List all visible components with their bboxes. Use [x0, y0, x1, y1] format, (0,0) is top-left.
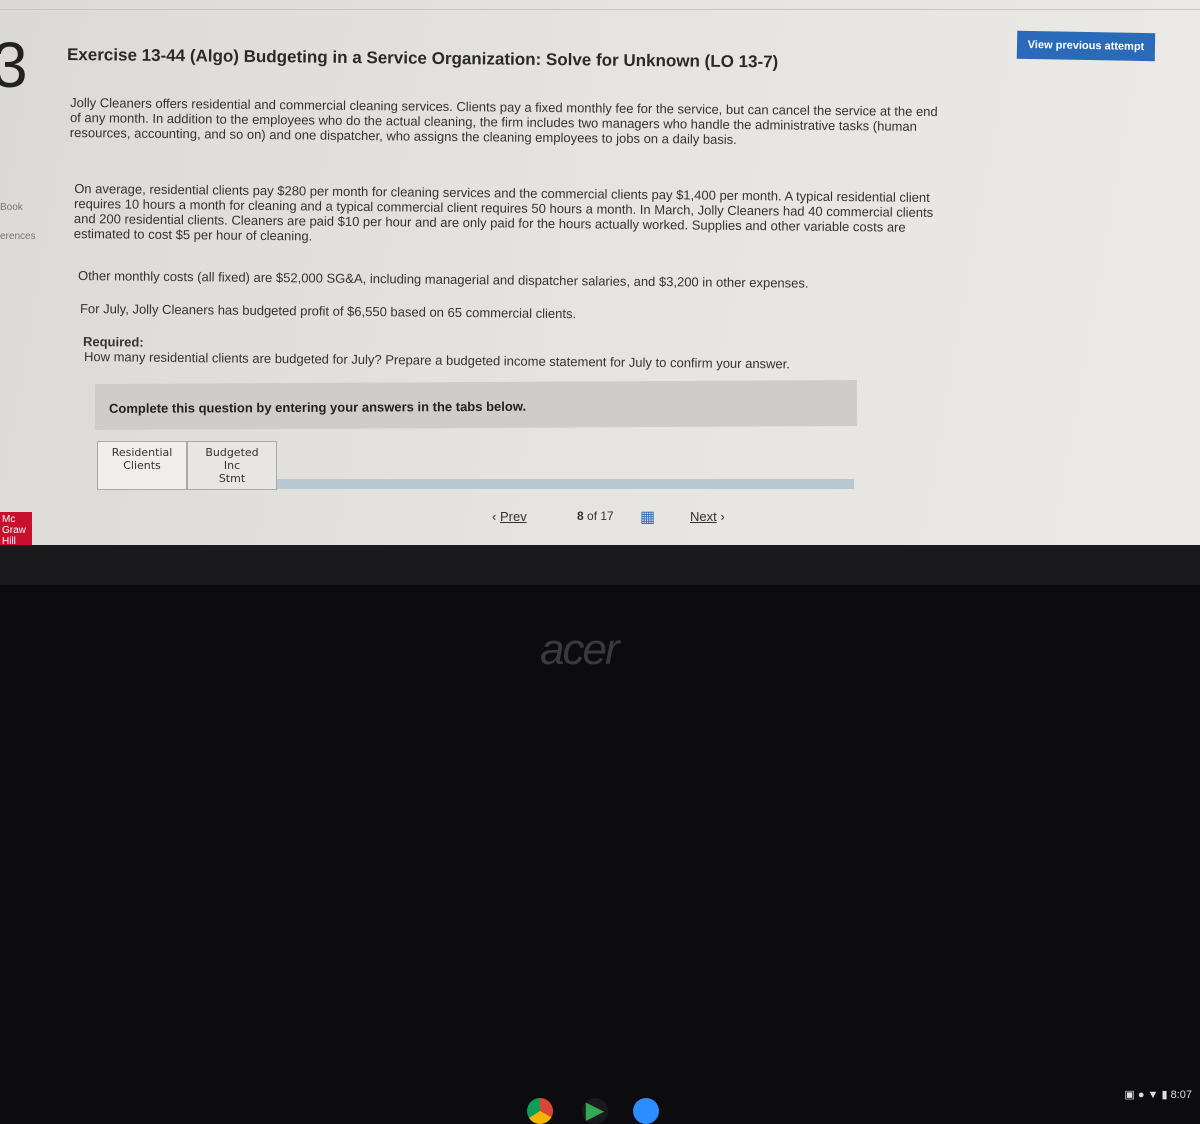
exercise-title: Exercise 13-44 (Algo) Budgeting in a Ser… — [66, 45, 779, 72]
chrome-icon[interactable] — [527, 1098, 553, 1124]
page-current: 8 — [577, 509, 584, 523]
grid-icon[interactable]: ▦ — [640, 507, 655, 527]
tab-budgeted-inc-stmt[interactable]: Budgeted Inc Stmt — [187, 441, 277, 490]
browser-screen: 3 Book erences Exercise 13-44 (Algo) Bud… — [0, 0, 1200, 545]
prev-button[interactable]: ‹ Prev — [492, 509, 527, 524]
instruction-box: Complete this question by entering your … — [94, 380, 858, 430]
tab-label: Clients — [123, 459, 161, 472]
page-total: of 17 — [587, 509, 614, 523]
references-link[interactable]: erences — [0, 231, 36, 242]
tab-label: Budgeted Inc — [205, 446, 259, 472]
tab-label: Stmt — [218, 472, 246, 485]
status-area[interactable]: ▣ ● ▼ ▮ 8:07 — [1124, 1088, 1192, 1101]
top-bar — [0, 0, 1200, 10]
paragraph-july: For July, Jolly Cleaners has budgeted pr… — [79, 301, 577, 322]
chevron-right-icon: › — [720, 509, 725, 524]
clock: 8:07 — [1170, 1089, 1192, 1101]
tab-label: Residential — [111, 446, 173, 459]
next-label: Next — [690, 509, 717, 524]
view-previous-attempt-button[interactable]: View previous attempt — [1016, 30, 1156, 62]
tab-residential-clients[interactable]: Residential Clients — [97, 441, 187, 490]
play-store-icon[interactable]: ▶ — [582, 1098, 608, 1124]
paragraph-fixed-costs: Other monthly costs (all fixed) are $52,… — [77, 268, 809, 291]
acer-logo: acer — [540, 625, 620, 674]
page-indicator: 8 of 17 — [577, 509, 614, 523]
next-button[interactable]: Next › — [690, 509, 725, 524]
taskbar: ▶ ▣ ● ▼ ▮ 8:07 — [0, 545, 1200, 1124]
zoom-icon[interactable] — [633, 1098, 659, 1124]
question-number: 3 — [0, 29, 28, 101]
answer-tabs: Residential Clients Budgeted Inc Stmt — [97, 441, 277, 490]
chevron-left-icon: ‹ — [492, 509, 497, 524]
prev-label: Prev — [499, 509, 527, 524]
mcgraw-hill-logo: Mc Graw Hill — [0, 512, 32, 545]
paragraph-intro: Jolly Cleaners offers residential and co… — [69, 95, 938, 147]
ebook-link[interactable]: Book — [0, 202, 23, 213]
paragraph-details: On average, residential clients pay $280… — [73, 181, 934, 244]
